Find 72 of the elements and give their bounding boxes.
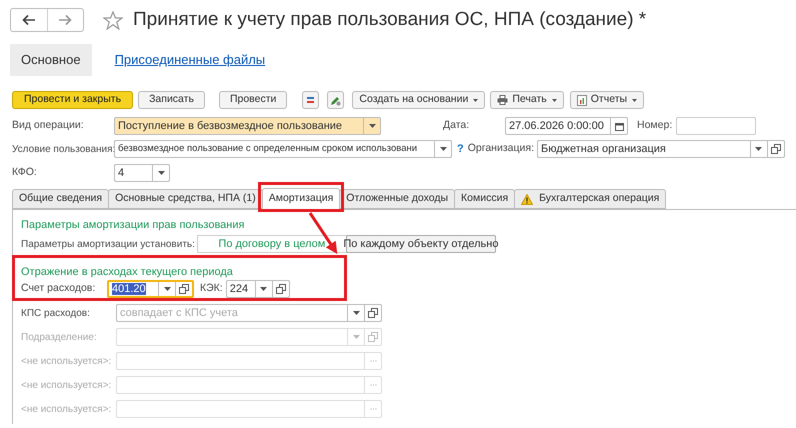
kfo-field[interactable]: 4 (114, 164, 170, 182)
number-field[interactable] (676, 117, 756, 135)
caret-icon (473, 98, 478, 102)
toolbar-button[interactable]: Провести (218, 91, 288, 109)
star-icon[interactable] (103, 10, 123, 30)
field-label: Вид операции: (12, 118, 85, 134)
caret-icon (632, 98, 638, 102)
caret-icon (755, 147, 762, 151)
open-button[interactable] (364, 305, 381, 321)
window-title: Принятие к учету прав пользования ОС, НПА (создание) * (133, 8, 646, 32)
caret-icon (158, 171, 164, 175)
field-label: КЭК: (200, 281, 223, 296)
tab[interactable]: Отложенные доходы (339, 189, 456, 209)
field-label: <не используется>: (21, 378, 112, 392)
back-arrow-icon (22, 14, 36, 26)
condition-field[interactable]: безвозмездное пользование с определенным сроком использовани (114, 140, 452, 158)
field-label: Дата: (443, 118, 470, 134)
field-label: КПС расходов: (21, 306, 91, 320)
open-button[interactable] (766, 141, 784, 157)
open-icon (770, 144, 781, 154)
field-label: Условие пользования: (12, 142, 114, 156)
form-link[interactable]: Присоединенные файлы (104, 44, 276, 76)
kek-field[interactable]: 224 (226, 280, 290, 298)
toolbar-button[interactable]: Записать (138, 91, 205, 109)
journal-button[interactable] (302, 91, 320, 109)
tab[interactable]: Амортизация (262, 188, 340, 209)
open-icon (368, 308, 378, 318)
open-icon (276, 284, 286, 294)
field-label: Организация: (468, 141, 534, 156)
pencil-icon (330, 94, 342, 106)
report-icon (576, 94, 587, 106)
form-tab[interactable]: Основное (10, 44, 92, 76)
tab[interactable]: Основные средства, НПА (1) (108, 189, 263, 209)
calendar-button[interactable] (610, 118, 627, 134)
tab[interactable]: Комиссия (454, 189, 516, 209)
menu-button[interactable]: Отчеты (570, 91, 644, 109)
help-link[interactable]: ? (457, 140, 464, 158)
account-field[interactable]: 401.20 (107, 280, 194, 298)
caret-icon (352, 311, 360, 315)
forward-arrow-icon (58, 14, 72, 26)
field-label: Подразделение: (21, 330, 98, 344)
field-label: <не используется>: (21, 402, 112, 416)
section-title: Отражение в расходах текущего периода (21, 265, 234, 279)
tab[interactable]: Общие сведения (12, 189, 110, 209)
printer-icon (497, 95, 508, 105)
open-icon (179, 284, 189, 294)
caret-icon (164, 287, 170, 291)
organization-field[interactable]: Бюджетная организация (536, 140, 785, 158)
field-label: <не используется>: (21, 354, 112, 368)
toggle-option[interactable]: По каждому объекту отдельно (346, 235, 496, 253)
section-title: Параметры амортизации прав пользования (21, 218, 246, 232)
field-label: Параметры амортизации установить: (21, 238, 195, 252)
field-label: КФО: (12, 165, 38, 180)
field-label: Номер: (637, 118, 672, 134)
caret-icon (352, 335, 360, 339)
caret-icon (552, 98, 557, 102)
post-and-close-button[interactable]: Провести и закрыть (12, 91, 134, 109)
tab[interactable]: Бухгалтерская операция (514, 189, 666, 209)
caret-icon (260, 287, 268, 291)
open-button[interactable] (175, 282, 192, 296)
edit-button[interactable] (327, 91, 344, 109)
journal-icon (306, 96, 316, 104)
field-label: Счет расходов: (21, 281, 96, 296)
open-icon (368, 332, 378, 342)
caret-icon (368, 124, 376, 128)
menu-button[interactable]: Создать на основании (352, 91, 486, 109)
calendar-icon (614, 122, 624, 130)
open-button[interactable] (272, 281, 289, 297)
caret-icon (440, 147, 446, 151)
date-field[interactable]: 27.06.2026 0:00:00 (505, 117, 628, 135)
operation-field[interactable]: Поступление в безвозмездное пользование (114, 117, 381, 135)
menu-button[interactable]: Печать (490, 91, 564, 109)
